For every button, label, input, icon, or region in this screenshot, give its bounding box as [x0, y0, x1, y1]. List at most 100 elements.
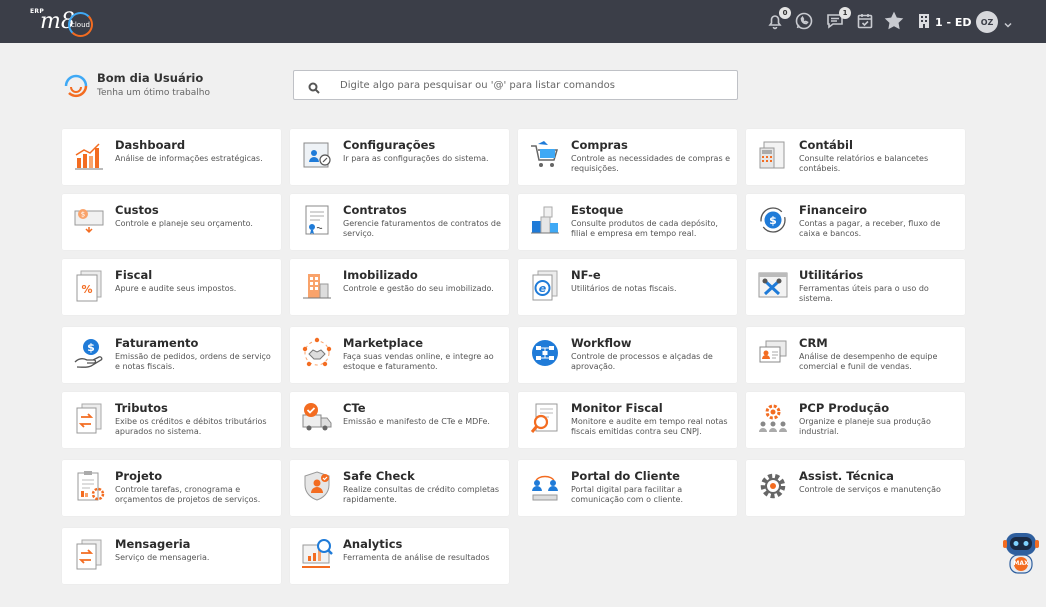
greeting-subtitle: Tenha um ótimo trabalho	[97, 88, 210, 98]
module-card-pcp-producao[interactable]: PCP Produção Organize e planeje sua prod…	[746, 392, 965, 448]
module-title: Projeto	[115, 469, 163, 483]
search-input[interactable]	[340, 79, 720, 91]
chevron-down-icon	[1003, 15, 1013, 34]
module-card-custos[interactable]: $ Custos Controle e planeje seu orçament…	[62, 194, 281, 250]
module-title: Mensageria	[115, 537, 191, 551]
workflow-icon	[528, 336, 562, 370]
user-menu-toggle[interactable]	[1003, 15, 1013, 28]
module-card-marketplace[interactable]: Marketplace Faça suas vendas online, e i…	[290, 327, 509, 383]
module-title: Portal do Cliente	[571, 469, 680, 483]
module-title: Faturamento	[115, 336, 199, 350]
whatsapp-icon	[794, 12, 814, 35]
contract-icon	[300, 203, 334, 237]
module-title: Compras	[571, 138, 628, 152]
module-title: Configurações	[343, 138, 436, 152]
module-card-configuracoes[interactable]: Configurações Ir para as configurações d…	[290, 129, 509, 185]
module-title: Assist. Técnica	[799, 469, 894, 483]
module-title: Fiscal	[115, 268, 153, 282]
logo-cloud-badge: cloud	[68, 12, 93, 37]
customer-portal-icon	[528, 469, 562, 503]
module-card-safe-check[interactable]: Safe Check Realize consultas de crédito …	[290, 460, 509, 516]
module-title: Marketplace	[343, 336, 424, 350]
module-description: Emissão e manifesto de CTe e MDFe.	[343, 417, 490, 426]
chat-icon	[825, 14, 845, 35]
module-description: Ferramentas úteis para o uso do sistema.	[799, 284, 929, 303]
module-card-projeto[interactable]: Projeto Controle tarefas, cronograma e o…	[62, 460, 281, 516]
module-card-analytics[interactable]: Analytics Ferramenta de análise de resul…	[290, 528, 509, 584]
module-card-contratos[interactable]: Contratos Gerencie faturamentos de contr…	[290, 194, 509, 250]
module-description: Serviço de mensageria.	[115, 553, 210, 562]
exchange-document-icon	[72, 401, 106, 435]
cost-money-icon: $	[72, 203, 106, 237]
gear-icon	[756, 469, 790, 503]
module-card-assist-tecnica[interactable]: Assist. Técnica Controle de serviços e m…	[746, 460, 965, 516]
hand-dollar-icon: $	[72, 336, 106, 370]
module-card-estoque[interactable]: Estoque Consulte produtos de cada depósi…	[518, 194, 737, 250]
whatsapp-button[interactable]	[794, 11, 814, 31]
shopping-cart-icon	[528, 138, 562, 172]
favorites-button[interactable]	[884, 11, 904, 31]
user-avatar[interactable]: OZ	[976, 11, 998, 33]
messages-button[interactable]: 1	[825, 7, 851, 31]
module-title: Estoque	[571, 203, 624, 217]
module-card-contabil[interactable]: Contábil Consulte relatórios e balancete…	[746, 129, 965, 185]
module-title: Contratos	[343, 203, 407, 217]
module-card-imobilizado[interactable]: Imobilizado Controle e gestão do seu imo…	[290, 259, 509, 315]
module-description: Organize e planeje sua produção industri…	[799, 417, 931, 436]
modules-grid: Dashboard Análise de informações estraté…	[62, 129, 966, 593]
module-card-workflow[interactable]: Workflow Controle de processos e alçadas…	[518, 327, 737, 383]
module-description: Ferramenta de análise de resultados	[343, 553, 490, 562]
module-description: Ir para as configurações do sistema.	[343, 154, 489, 163]
greeting-sun-icon	[62, 70, 90, 98]
analytics-board-icon	[300, 537, 334, 571]
module-card-compras[interactable]: Compras Controle as necessidades de comp…	[518, 129, 737, 185]
module-description: Consulte relatórios e balancetes contábe…	[799, 154, 929, 173]
module-card-financeiro[interactable]: $ Financeiro Contas a pagar, a receber, …	[746, 194, 965, 250]
module-title: CTe	[343, 401, 366, 415]
calculator-document-icon	[756, 138, 790, 172]
module-title: Utilitários	[799, 268, 864, 282]
notifications-button[interactable]: 0	[765, 7, 791, 31]
module-title: Analytics	[343, 537, 403, 551]
module-card-utilitarios[interactable]: Utilitários Ferramentas úteis para o uso…	[746, 259, 965, 315]
greeting-title: Bom dia Usuário	[97, 71, 204, 85]
module-card-fiscal[interactable]: % Fiscal Apure e audite seus impostos.	[62, 259, 281, 315]
module-title: Custos	[115, 203, 159, 217]
module-description: Contas a pagar, a receber, fluxo de caix…	[799, 219, 941, 238]
crm-cards-icon	[756, 336, 790, 370]
module-title: CRM	[799, 336, 828, 350]
svg-text:$: $	[87, 341, 95, 354]
company-selector[interactable]: 1 - ED	[918, 13, 972, 31]
module-description: Emissão de pedidos, ordens de serviço e …	[115, 352, 271, 371]
settings-profile-icon	[300, 138, 334, 172]
messages-count-badge: 1	[839, 7, 851, 19]
module-card-cte[interactable]: CTe Emissão e manifesto de CTe e MDFe.	[290, 392, 509, 448]
tools-icon	[756, 268, 790, 302]
module-title: Monitor Fiscal	[571, 401, 663, 415]
project-clipboard-icon	[72, 469, 106, 503]
module-title: Contábil	[799, 138, 853, 152]
top-bar: ERP m8 cloud 0 1 1 - ED OZ	[0, 0, 1046, 43]
svg-text:$: $	[769, 214, 777, 227]
svg-text:e: e	[539, 282, 547, 295]
module-card-dashboard[interactable]: Dashboard Análise de informações estraté…	[62, 129, 281, 185]
module-card-monitor-fiscal[interactable]: Monitor Fiscal Monitore e audite em temp…	[518, 392, 737, 448]
module-card-crm[interactable]: CRM Análise de desempenho de equipe come…	[746, 327, 965, 383]
module-description: Controle de processos e alçadas de aprov…	[571, 352, 713, 371]
module-title: NF-e	[571, 268, 601, 282]
module-card-portal-do-cliente[interactable]: Portal do Cliente Portal digital para fa…	[518, 460, 737, 516]
module-card-tributos[interactable]: Tributos Exibe os créditos e débitos tri…	[62, 392, 281, 448]
command-search-box[interactable]	[293, 70, 738, 100]
bell-icon	[765, 15, 785, 35]
module-card-mensageria[interactable]: Mensageria Serviço de mensageria.	[62, 528, 281, 584]
assistant-bot-button[interactable]: MAX	[1000, 527, 1042, 579]
module-card-nfe[interactable]: e NF-e Utilitários de notas fiscais.	[518, 259, 737, 315]
erp-m8-cloud-logo[interactable]: ERP m8 cloud	[28, 7, 98, 37]
module-description: Portal digital para facilitar a comunica…	[571, 485, 683, 504]
company-label: 1 - ED	[935, 15, 972, 29]
assistant-label: MAX	[1013, 560, 1029, 567]
truck-check-icon	[300, 401, 334, 435]
message-exchange-icon	[72, 537, 106, 571]
module-card-faturamento[interactable]: $ Faturamento Emissão de pedidos, ordens…	[62, 327, 281, 383]
calendar-button[interactable]	[855, 11, 875, 31]
